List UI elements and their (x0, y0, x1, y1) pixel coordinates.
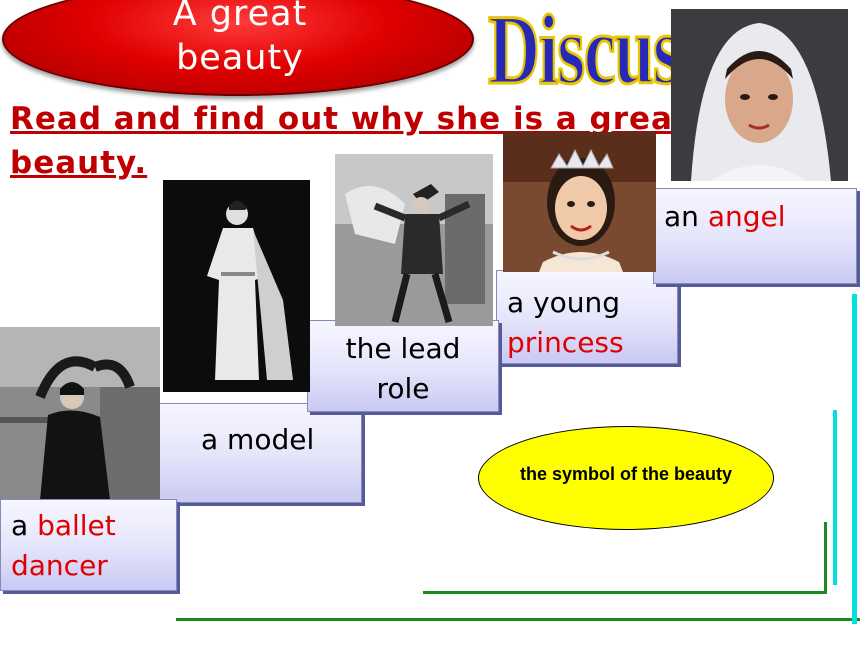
woman-in-veil-photo (671, 9, 848, 181)
princess-with-tiara-photo (503, 132, 656, 272)
green-line-upper (423, 591, 826, 594)
step-box-model: a model (158, 403, 362, 503)
step-label-ballet-plain: a (11, 509, 38, 542)
cyan-bar-left (833, 410, 837, 585)
ballet-dancer-photo (0, 327, 160, 500)
step-label-princess-1: a young (507, 286, 621, 319)
step-label-princess-2: princess (507, 326, 624, 359)
step-label-angel-plain: an (664, 200, 708, 233)
cyan-bar-right (852, 294, 857, 624)
green-line-lower (176, 618, 860, 621)
title-line-2: beauty (176, 38, 304, 78)
title-line-1: A great (172, 0, 308, 34)
step-label-lead-2: role (376, 372, 430, 405)
lead-role-scene-photo (335, 154, 493, 326)
step-label-angel-highlight: angel (707, 200, 786, 233)
symbol-text: the symbol of the beauty (519, 464, 733, 484)
step-label-model: a model (201, 423, 315, 456)
step-label-ballet-highlight: ballet (37, 509, 116, 542)
step-box-angel: an angel (653, 188, 857, 284)
title-text: A great beauty (110, 0, 370, 80)
step-box-ballet: a ballet dancer (0, 499, 177, 591)
green-line-vertical (824, 522, 827, 594)
model-in-gown-photo (163, 180, 310, 392)
step-label-ballet-rest: dancer (11, 549, 108, 582)
step-label-lead-1: the lead (345, 332, 461, 365)
step-box-lead-role: the lead role (307, 320, 499, 412)
step-box-princess: a young princess (496, 270, 678, 364)
